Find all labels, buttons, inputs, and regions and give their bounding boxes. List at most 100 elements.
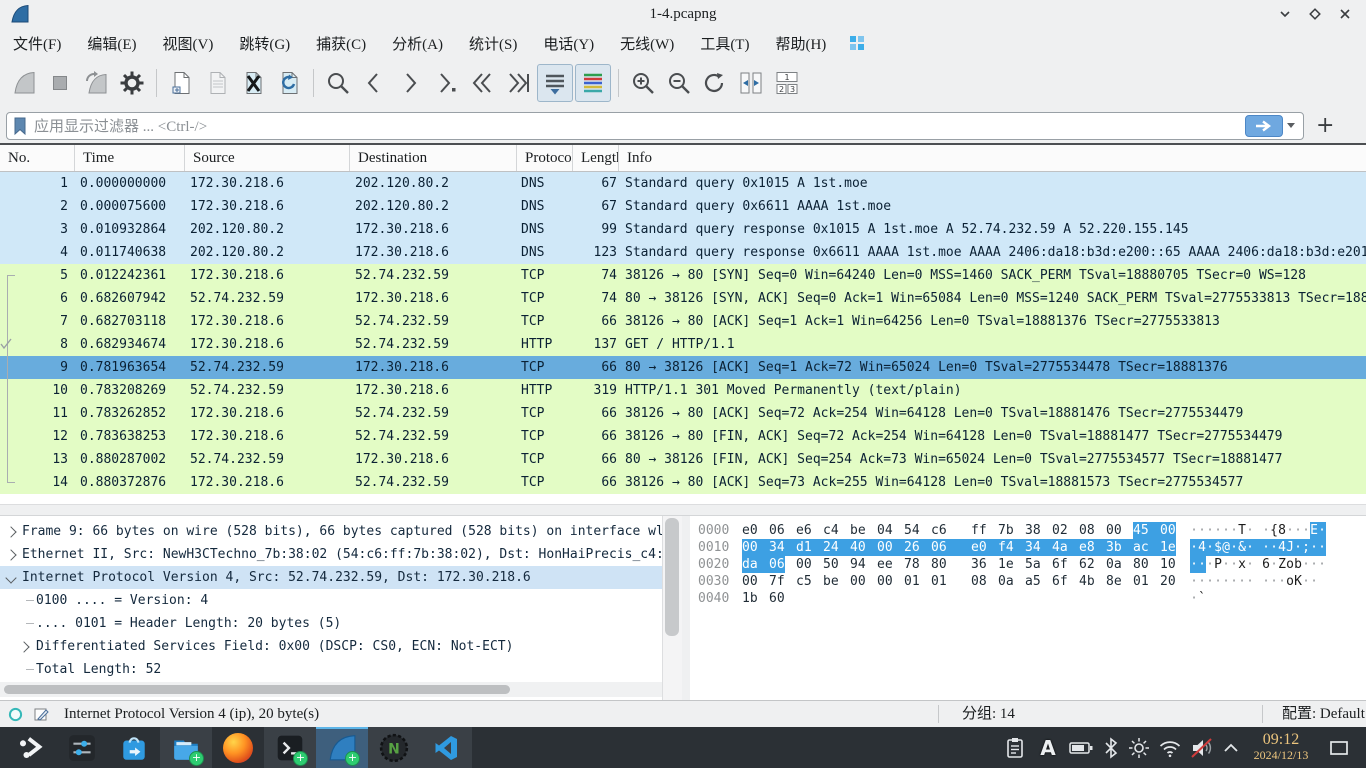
- packet-row-7[interactable]: 70.682703118172.30.218.652.74.232.59TCP6…: [0, 310, 1366, 333]
- bookmark-icon[interactable]: [12, 116, 28, 136]
- detail-line-4[interactable]: 0100 .... = Version: 4: [0, 589, 662, 612]
- wifi-icon[interactable]: [1154, 727, 1186, 768]
- capture-comment-icon[interactable]: [33, 706, 49, 722]
- auto-scroll-button[interactable]: [537, 64, 573, 102]
- packet-row-6[interactable]: 60.68260794252.74.232.59172.30.218.6TCP7…: [0, 287, 1366, 310]
- display-filter-input[interactable]: 应用显示过滤器 ... <Ctrl-/>: [6, 112, 1304, 140]
- detail-line-6[interactable]: Differentiated Services Field: 0x00 (DSC…: [0, 635, 662, 658]
- save-file-button[interactable]: [200, 65, 234, 101]
- chevron-down-icon[interactable]: [5, 572, 16, 583]
- zoom-out-button[interactable]: [662, 65, 696, 101]
- packet-row-13[interactable]: 130.88028700252.74.232.59172.30.218.6TCP…: [0, 448, 1366, 471]
- terminal-button[interactable]: +: [264, 727, 316, 768]
- column-header-protocol[interactable]: Protocol: [517, 145, 573, 171]
- column-header-source[interactable]: Source: [185, 145, 350, 171]
- apply-filter-button[interactable]: [1245, 115, 1283, 137]
- wireshark-task-button[interactable]: +: [316, 727, 368, 768]
- go-last-button[interactable]: [501, 65, 535, 101]
- colorize-button[interactable]: [575, 64, 611, 102]
- menu-item-5[interactable]: 捕获(C): [303, 29, 379, 58]
- packet-row-3[interactable]: 30.010932864202.120.80.2172.30.218.6DNS9…: [0, 218, 1366, 241]
- app-launcher-button[interactable]: [4, 727, 56, 768]
- close-file-button[interactable]: [236, 65, 270, 101]
- resize-columns-button[interactable]: [734, 65, 768, 101]
- go-to-packet-button[interactable]: [429, 65, 463, 101]
- packet-row-8[interactable]: 80.682934674172.30.218.652.74.232.59HTTP…: [0, 333, 1366, 356]
- menu-item-11[interactable]: 帮助(H): [762, 29, 839, 58]
- vscode-button[interactable]: [420, 727, 472, 768]
- menu-item-9[interactable]: 无线(W): [607, 29, 687, 58]
- detail-line-1[interactable]: Frame 9: 66 bytes on wire (528 bits), 66…: [0, 520, 662, 543]
- menu-item-8[interactable]: 电话(Y): [530, 29, 607, 58]
- packet-row-5[interactable]: 50.012242361172.30.218.652.74.232.59TCP7…: [0, 264, 1366, 287]
- hex-row-0020[interactable]: 0020da 06 00 50 94 ee 78 80 36 1e 5a 6f …: [690, 556, 1366, 573]
- chevron-right-icon[interactable]: [5, 549, 16, 560]
- zoom-reset-button[interactable]: [698, 65, 732, 101]
- volume-muted-icon[interactable]: [1186, 727, 1218, 768]
- menu-item-1[interactable]: 文件(F): [0, 29, 74, 58]
- clipboard-tray-icon[interactable]: [1000, 727, 1030, 768]
- packet-row-14[interactable]: 140.880372876172.30.218.652.74.232.59TCP…: [0, 471, 1366, 494]
- detail-horizontal-scrollbar-thumb[interactable]: [4, 685, 510, 694]
- capture-options-button[interactable]: [115, 65, 149, 101]
- file-manager-button[interactable]: +: [160, 727, 212, 768]
- discover-button[interactable]: [108, 727, 160, 768]
- profile-text[interactable]: 配置: Default: [1282, 701, 1365, 727]
- find-packet-button[interactable]: [321, 65, 355, 101]
- battery-icon[interactable]: [1064, 727, 1098, 768]
- packet-row-9[interactable]: 90.78196365452.74.232.59172.30.218.6TCP6…: [0, 356, 1366, 379]
- packet-row-11[interactable]: 110.783262852172.30.218.652.74.232.59TCP…: [0, 402, 1366, 425]
- menu-item-7[interactable]: 统计(S): [456, 29, 530, 58]
- filter-dropdown-caret[interactable]: [1287, 123, 1295, 128]
- column-header-info[interactable]: Info: [619, 145, 1366, 171]
- brightness-icon[interactable]: [1124, 727, 1154, 768]
- reload-file-button[interactable]: [272, 65, 306, 101]
- close-icon[interactable]: [1330, 2, 1360, 26]
- chevron-right-icon[interactable]: [18, 641, 29, 652]
- menu-item-3[interactable]: 视图(V): [150, 29, 227, 58]
- menu-item-10[interactable]: 工具(T): [687, 29, 762, 58]
- detail-vertical-scrollbar-thumb[interactable]: [665, 518, 679, 636]
- neovim-button[interactable]: N: [368, 727, 420, 768]
- hex-row-0000[interactable]: 0000e0 06 e6 c4 be 04 54 c6 ff 7b 38 02 …: [690, 522, 1366, 539]
- go-back-button[interactable]: [357, 65, 391, 101]
- menu-item-4[interactable]: 跳转(G): [226, 29, 303, 58]
- zoom-in-button[interactable]: [626, 65, 660, 101]
- menu-item-6[interactable]: 分析(A): [379, 29, 456, 58]
- menu-item-2[interactable]: 编辑(E): [74, 29, 149, 58]
- show-desktop-button[interactable]: [1322, 727, 1356, 768]
- go-forward-button[interactable]: [393, 65, 427, 101]
- minimize-icon[interactable]: [1270, 2, 1300, 26]
- restart-capture-button[interactable]: [79, 65, 113, 101]
- keyboard-layout-icon[interactable]: A: [1032, 727, 1064, 768]
- packet-row-4[interactable]: 40.011740638202.120.80.2172.30.218.6DNS1…: [0, 241, 1366, 264]
- detail-line-5[interactable]: .... 0101 = Header Length: 20 bytes (5): [0, 612, 662, 635]
- column-header-no[interactable]: No.: [0, 145, 75, 171]
- chevron-right-icon[interactable]: [5, 526, 16, 537]
- pane-splitter[interactable]: [0, 504, 1366, 516]
- packet-row-12[interactable]: 120.783638253172.30.218.652.74.232.59TCP…: [0, 425, 1366, 448]
- maximize-icon[interactable]: [1300, 2, 1330, 26]
- detail-line-7[interactable]: Total Length: 52: [0, 658, 662, 681]
- column-header-destination[interactable]: Destination: [350, 145, 517, 171]
- packet-row-2[interactable]: 20.000075600172.30.218.6202.120.80.2DNS6…: [0, 195, 1366, 218]
- open-file-button[interactable]: [164, 65, 198, 101]
- clock[interactable]: 09:12 2024/12/13: [1243, 727, 1319, 768]
- column-header-time[interactable]: Time: [75, 145, 185, 171]
- packet-row-1[interactable]: 10.000000000172.30.218.6202.120.80.2DNS6…: [0, 172, 1366, 195]
- detail-line-2[interactable]: Ethernet II, Src: NewH3CTechno_7b:38:02 …: [0, 543, 662, 566]
- firefox-button[interactable]: [212, 727, 264, 768]
- packet-row-10[interactable]: 100.78320826952.74.232.59172.30.218.6HTT…: [0, 379, 1366, 402]
- add-filter-button[interactable]: +: [1316, 113, 1334, 138]
- expert-info-icon[interactable]: [8, 707, 23, 722]
- detail-line-3[interactable]: Internet Protocol Version 4, Src: 52.74.…: [0, 566, 662, 589]
- bluetooth-icon[interactable]: [1098, 727, 1124, 768]
- start-capture-button[interactable]: [7, 65, 41, 101]
- system-settings-button[interactable]: [56, 727, 108, 768]
- go-first-button[interactable]: [465, 65, 499, 101]
- hex-row-0030[interactable]: 003000 7f c5 be 00 00 01 01 08 0a a5 6f …: [690, 573, 1366, 590]
- pane-divider[interactable]: [682, 516, 690, 700]
- resize-columns-content-button[interactable]: 123: [770, 65, 804, 101]
- expand-tray-icon[interactable]: [1218, 727, 1244, 768]
- hex-row-0010[interactable]: 001000 34 d1 24 40 00 26 06 e0 f4 34 4a …: [690, 539, 1366, 556]
